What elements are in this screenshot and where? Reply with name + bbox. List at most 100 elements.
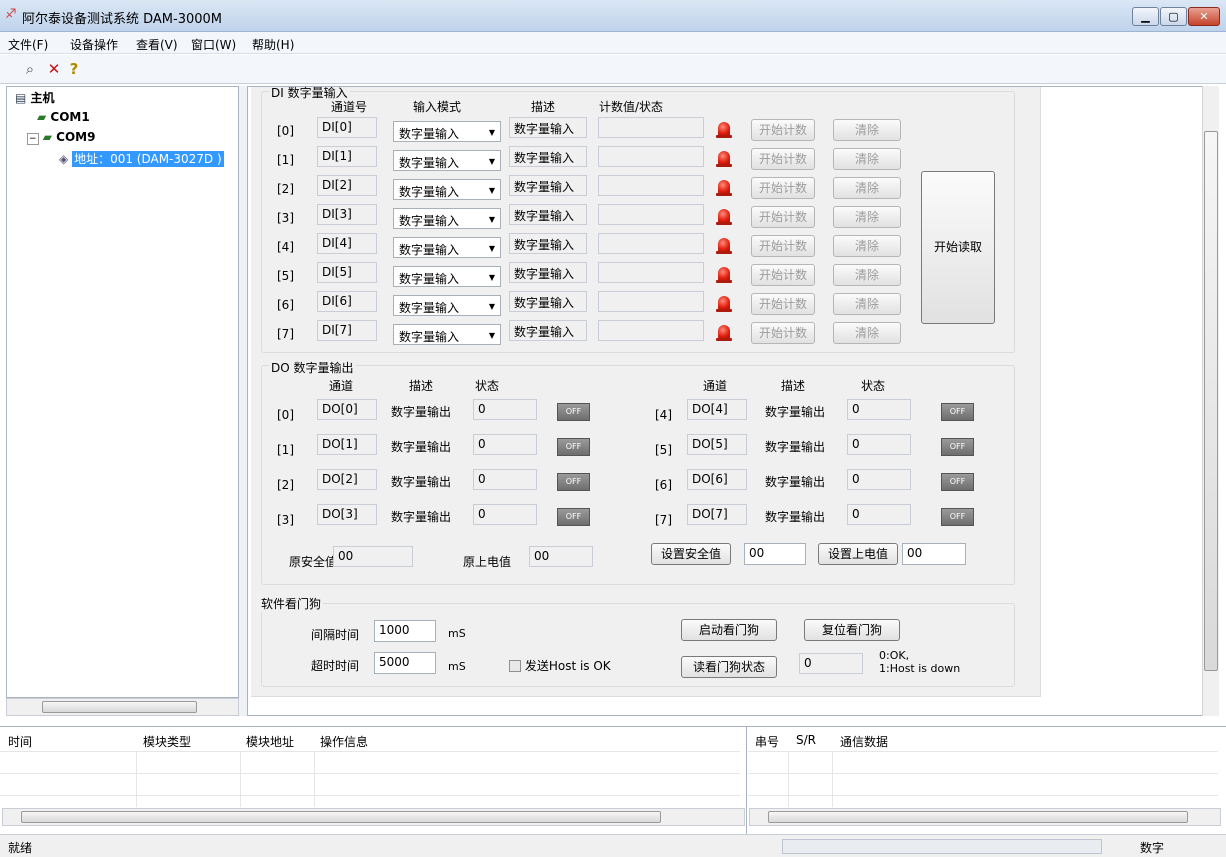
start-count-button[interactable]: 开始计数: [751, 177, 815, 199]
do-toggle-button[interactable]: OFF: [557, 403, 590, 421]
set-safe-button[interactable]: 设置安全值: [651, 543, 731, 565]
do-toggle-button[interactable]: OFF: [941, 508, 974, 526]
menu-window[interactable]: 窗口(W): [191, 36, 236, 53]
do-channel: DO[7]: [687, 504, 747, 525]
start-watchdog-button[interactable]: 启动看门狗: [681, 619, 777, 641]
delete-icon[interactable]: ✕: [44, 60, 64, 79]
scroll-thumb[interactable]: [1204, 131, 1218, 671]
search-icon[interactable]: ⌕: [20, 60, 40, 79]
tree-host[interactable]: ▤ 主机: [15, 89, 55, 106]
di-mode-select[interactable]: 数字量输入 ▼: [393, 266, 501, 287]
clear-button[interactable]: 清除: [833, 148, 901, 170]
scroll-thumb[interactable]: [21, 811, 661, 823]
do-toggle-button[interactable]: OFF: [941, 438, 974, 456]
clear-button[interactable]: 清除: [833, 293, 901, 315]
log-header-info: 操作信息: [320, 735, 369, 749]
set-safe-input[interactable]: 00: [744, 543, 806, 565]
chevron-down-icon[interactable]: ▼: [489, 244, 495, 253]
start-count-button[interactable]: 开始计数: [751, 235, 815, 257]
interval-input[interactable]: 1000: [374, 620, 436, 642]
do-state-value: 0: [473, 434, 537, 455]
start-count-button[interactable]: 开始计数: [751, 206, 815, 228]
host-ok-checkbox[interactable]: 发送Host is OK: [509, 657, 611, 674]
scroll-thumb[interactable]: [768, 811, 1188, 823]
do-desc: 数字量输出: [765, 475, 826, 489]
chevron-down-icon[interactable]: ▼: [489, 273, 495, 282]
clear-button[interactable]: 清除: [833, 206, 901, 228]
di-mode-select[interactable]: 数字量输入 ▼: [393, 150, 501, 171]
start-count-button[interactable]: 开始计数: [751, 264, 815, 286]
do-toggle-button[interactable]: OFF: [941, 473, 974, 491]
di-mode-value: 数字量输入: [399, 185, 460, 199]
comm-hscrollbar[interactable]: [749, 808, 1221, 826]
do-toggle-button[interactable]: OFF: [557, 508, 590, 526]
clear-button[interactable]: 清除: [833, 322, 901, 344]
chevron-down-icon[interactable]: ▼: [489, 331, 495, 340]
di-mode-select[interactable]: 数字量输入 ▼: [393, 237, 501, 258]
tree-com1-label: COM1: [50, 110, 90, 124]
di-mode-select[interactable]: 数字量输入 ▼: [393, 324, 501, 345]
di-mode-select[interactable]: 数字量输入 ▼: [393, 121, 501, 142]
clear-button[interactable]: 清除: [833, 177, 901, 199]
di-mode-select[interactable]: 数字量输入 ▼: [393, 208, 501, 229]
menu-help[interactable]: 帮助(H): [252, 36, 294, 53]
do-desc: 数字量输出: [391, 405, 452, 419]
menu-file[interactable]: 文件(F): [8, 36, 48, 53]
chevron-down-icon[interactable]: ▼: [489, 186, 495, 195]
di-mode-select[interactable]: 数字量输入 ▼: [393, 295, 501, 316]
clear-button[interactable]: 清除: [833, 235, 901, 257]
di-count-value: [598, 204, 704, 225]
di-status-led-icon: [716, 209, 732, 225]
watchdog-legend-1: 0:OK,: [879, 649, 910, 662]
read-watchdog-button[interactable]: 读看门狗状态: [681, 656, 777, 678]
start-count-button[interactable]: 开始计数: [751, 148, 815, 170]
menu-view[interactable]: 查看(V): [136, 36, 178, 53]
menu-device[interactable]: 设备操作: [70, 36, 118, 53]
close-button[interactable]: ✕: [1188, 7, 1220, 26]
set-power-button[interactable]: 设置上电值: [818, 543, 898, 565]
do-channel: DO[5]: [687, 434, 747, 455]
di-count-value: [598, 320, 704, 341]
do-toggle-button[interactable]: OFF: [557, 438, 590, 456]
splitter[interactable]: [239, 86, 247, 716]
clear-button[interactable]: 清除: [833, 264, 901, 286]
minimize-button[interactable]: ▁: [1132, 7, 1159, 26]
di-mode-value: 数字量输入: [399, 127, 460, 141]
timeout-unit: mS: [448, 660, 466, 673]
tree-com9[interactable]: − ▰ COM9: [27, 130, 95, 145]
tree-device[interactable]: ◈ 地址：001 (DAM-3027D ): [59, 150, 224, 167]
di-header-channel: 通道号: [331, 100, 368, 114]
do-toggle-button[interactable]: OFF: [557, 473, 590, 491]
start-count-button[interactable]: 开始计数: [751, 119, 815, 141]
do-toggle-button[interactable]: OFF: [941, 403, 974, 421]
set-power-input[interactable]: 00: [902, 543, 966, 565]
log-hscrollbar[interactable]: [2, 808, 745, 826]
start-count-button[interactable]: 开始计数: [751, 322, 815, 344]
pane-divider[interactable]: [746, 727, 747, 835]
tree-hscrollbar[interactable]: [6, 698, 239, 716]
di-count-value: [598, 262, 704, 283]
chevron-down-icon[interactable]: ▼: [489, 302, 495, 311]
timeout-input[interactable]: 5000: [374, 652, 436, 674]
clear-button[interactable]: 清除: [833, 119, 901, 141]
do-state-value: 0: [473, 504, 537, 525]
comm-row-line: [748, 751, 1218, 752]
help-icon[interactable]: ?: [64, 60, 84, 79]
start-read-button[interactable]: 开始读取: [921, 171, 995, 324]
reset-watchdog-button[interactable]: 复位看门狗: [804, 619, 900, 641]
start-count-button[interactable]: 开始计数: [751, 293, 815, 315]
chevron-down-icon[interactable]: ▼: [489, 157, 495, 166]
main-vscrollbar[interactable]: [1202, 86, 1219, 716]
chevron-down-icon[interactable]: ▼: [489, 215, 495, 224]
chevron-down-icon[interactable]: ▼: [489, 128, 495, 137]
do-channel: DO[2]: [317, 469, 377, 490]
do-desc: 数字量输出: [765, 440, 826, 454]
scroll-thumb[interactable]: [42, 701, 197, 713]
checkbox-box[interactable]: [509, 660, 521, 672]
di-desc: 数字量输入: [509, 204, 587, 225]
di-mode-select[interactable]: 数字量输入 ▼: [393, 179, 501, 200]
log-col-line: [240, 751, 241, 807]
tree-com1[interactable]: ▰ COM1: [37, 110, 90, 124]
collapse-icon[interactable]: −: [27, 133, 39, 145]
maximize-button[interactable]: ▢: [1160, 7, 1187, 26]
